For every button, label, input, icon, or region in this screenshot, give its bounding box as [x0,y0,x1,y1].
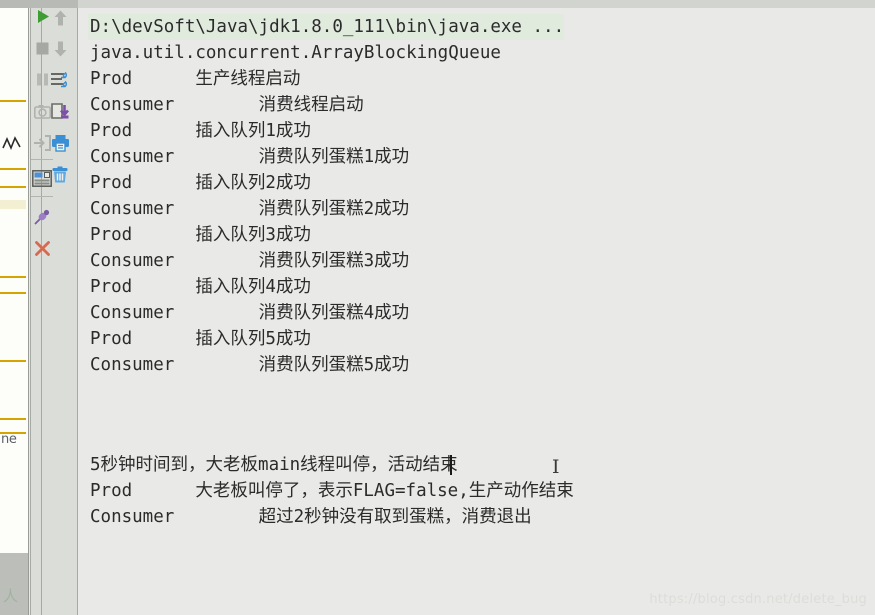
pin-tab-button[interactable] [30,207,54,231]
ibeam-mouse-cursor: I [552,456,560,478]
down-button[interactable] [48,39,72,63]
soft-wrap-button[interactable] [48,70,72,94]
editor-strip-text: ne [1,432,17,447]
watermark: https://blog.csdn.net/delete_bug [649,592,867,607]
toolbar-column-divider [41,8,42,615]
console-line: java.util.concurrent.ArrayBlockingQueue [90,43,501,63]
close-x-icon [34,240,51,261]
console-line: Prod 插入队列2成功 [90,173,311,193]
text-caret [450,455,452,475]
console-line: 5秒钟时间到，大老板main线程叫停，活动结束 [90,455,458,475]
editor-marker [0,168,26,170]
toolbar-separator-2 [31,196,53,197]
up-button[interactable] [48,8,72,32]
console-line: Consumer 超过2秒钟没有取到蛋糕，消费退出 [90,507,532,527]
top-rail-console [78,0,875,8]
console-line: Prod 插入队列5成功 [90,329,311,349]
console-line: Consumer 消费队列蛋糕5成功 [90,355,410,375]
editor-strip-glyph: 人 [3,587,19,605]
editor-marker [0,186,26,188]
console-line: Consumer 消费队列蛋糕2成功 [90,199,410,219]
close-button[interactable] [30,238,54,262]
editor-marker [0,360,26,362]
console-line: Consumer 消费线程启动 [90,95,364,115]
editor-marker [0,418,26,420]
pin-icon [33,208,51,230]
editor-squiggle [2,136,26,152]
editor-marker [0,100,26,102]
editor-marker [0,276,26,278]
console-line: Prod 生产线程启动 [90,69,301,89]
print-button[interactable] [48,133,72,157]
console-line: Prod 大老板叫停了，表示FLAG=false,生产动作结束 [90,481,574,501]
arrow-down-icon [53,40,68,62]
arrow-up-icon [53,9,68,31]
clear-all-button[interactable] [48,165,72,189]
run-console-output[interactable]: D:\devSoft\Java\jdk1.8.0_111\bin\java.ex… [78,8,875,615]
editor-marker [0,292,26,294]
trash-icon [51,166,69,188]
editor-strip-pane [0,8,29,553]
soft-wrap-icon [50,71,70,93]
console-toolbar [30,8,78,615]
console-line: Prod 插入队列1成功 [90,121,311,141]
console-line: Consumer 消费队列蛋糕1成功 [90,147,410,167]
console-line: Prod 插入队列3成功 [90,225,311,245]
console-line: Consumer 消费队列蛋糕4成功 [90,303,410,323]
toolbar-separator-1 [31,159,53,160]
export-button[interactable] [48,101,72,125]
editor-marker-block [0,200,26,209]
print-icon [51,134,70,156]
console-line-command: D:\devSoft\Java\jdk1.8.0_111\bin\java.ex… [88,14,565,40]
console-line: Consumer 消费队列蛋糕3成功 [90,251,410,271]
save-to-file-icon [50,102,70,124]
console-line: Prod 插入队列4成功 [90,277,311,297]
adjacent-editor-strip: ne 人 [0,0,29,615]
